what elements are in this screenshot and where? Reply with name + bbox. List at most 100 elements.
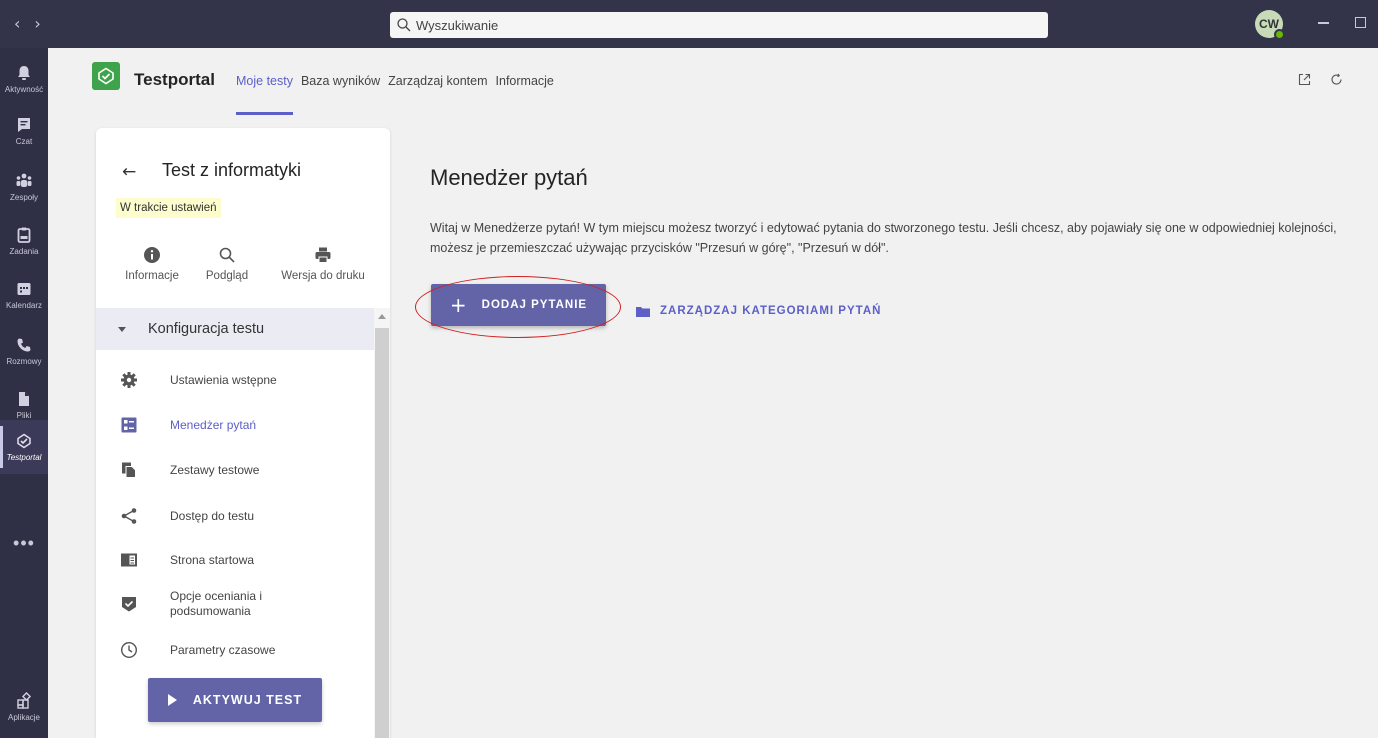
menu-item-test-sets[interactable]: Zestawy testowe bbox=[96, 458, 374, 482]
scroll-thumb[interactable] bbox=[375, 328, 389, 738]
rail-label-chat: Czat bbox=[15, 137, 33, 146]
caret-down-icon bbox=[118, 326, 126, 332]
title-bar: ‹ › CW bbox=[0, 0, 1378, 48]
print-action[interactable]: Wersja do druku bbox=[260, 246, 386, 282]
play-icon bbox=[167, 694, 177, 706]
menu-item-initial-settings[interactable]: Ustawienia wstępne bbox=[96, 368, 374, 392]
panel-scrollbar[interactable] bbox=[374, 308, 390, 738]
share-icon bbox=[121, 508, 137, 524]
rail-label-files: Pliki bbox=[16, 411, 32, 420]
app-name: Testportal bbox=[134, 70, 215, 89]
app-header: Testportal Moje testy Baza wyników Zarzą… bbox=[48, 48, 1378, 116]
menu-label-time-parameters: Parametry czasowe bbox=[170, 642, 276, 657]
menu-label-grading-options: Opcje oceniania i podsumowania bbox=[170, 589, 263, 618]
add-question-label: DODAJ PYTANIE bbox=[481, 299, 588, 311]
printer-icon bbox=[315, 247, 331, 263]
tab-info[interactable]: Informacje bbox=[496, 74, 554, 88]
minimize-button[interactable] bbox=[1318, 22, 1329, 24]
tab-results[interactable]: Baza wyników bbox=[301, 74, 380, 88]
file-icon bbox=[19, 392, 29, 406]
menu-label-test-sets: Zestawy testowe bbox=[170, 462, 260, 477]
activate-test-button[interactable]: AKTYWUJ TEST bbox=[148, 678, 322, 722]
back-button[interactable]: ‹ bbox=[14, 14, 20, 33]
test-actions: Informacje Podgląd Wersja do druku bbox=[110, 246, 386, 282]
preview-action-label: Podgląd bbox=[205, 270, 249, 282]
rail-label-testportal: Testportal bbox=[6, 453, 42, 462]
avatar[interactable]: CW bbox=[1255, 10, 1285, 40]
maximize-button[interactable] bbox=[1355, 17, 1366, 28]
refresh-icon[interactable] bbox=[1330, 73, 1343, 86]
tab-my-tests[interactable]: Moje testy bbox=[236, 74, 293, 115]
magnifier-icon bbox=[219, 247, 235, 263]
clock-icon bbox=[120, 641, 138, 659]
menu-label-initial-settings: Ustawienia wstępne bbox=[170, 372, 277, 387]
search-icon bbox=[397, 18, 411, 32]
info-action[interactable]: Informacje bbox=[110, 246, 194, 282]
config-section-header[interactable]: Konfiguracja testu bbox=[96, 308, 374, 350]
bell-icon bbox=[18, 66, 30, 80]
print-action-label: Wersja do druku bbox=[281, 270, 365, 282]
rail-label-calls: Rozmowy bbox=[6, 357, 42, 366]
manage-categories-label: ZARZĄDZAJ KATEGORIAMI PYTAŃ bbox=[660, 305, 882, 317]
presence-available-icon bbox=[1274, 29, 1285, 40]
calendar-icon bbox=[17, 283, 31, 295]
menu-label-question-manager: Menedżer pytań bbox=[170, 417, 257, 432]
rail-label-activity: Aktywność bbox=[4, 85, 44, 94]
rail-item-testportal[interactable]: Testportal bbox=[0, 420, 48, 474]
test-config-panel: ← Test z informatyki W trakcie ustawień … bbox=[96, 128, 390, 738]
rail-label-assignments: Zadania bbox=[9, 247, 39, 256]
status-badge: W trakcie ustawień bbox=[116, 198, 221, 218]
plus-icon: + bbox=[449, 293, 468, 317]
scroll-up-arrow-icon[interactable] bbox=[378, 314, 386, 319]
rail-item-teams[interactable]: Zespoły bbox=[0, 160, 48, 214]
testportal-icon bbox=[17, 433, 31, 449]
popout-icon[interactable] bbox=[1298, 73, 1311, 86]
apps-icon bbox=[17, 692, 32, 709]
teams-icon bbox=[16, 173, 32, 187]
tab-account[interactable]: Zarządzaj kontem bbox=[388, 74, 487, 88]
page-icon bbox=[121, 553, 137, 567]
app-rail: Aktywność Czat Zespoły Zadania Kalendarz… bbox=[0, 48, 48, 738]
copy-icon bbox=[122, 462, 136, 478]
rail-item-chat[interactable]: Czat bbox=[0, 104, 48, 158]
app-tabs: Moje testy Baza wyników Zarządzaj kontem… bbox=[236, 74, 554, 115]
folder-icon bbox=[636, 306, 650, 317]
menu-item-test-access[interactable]: Dostęp do testu bbox=[96, 504, 374, 528]
search-input[interactable] bbox=[416, 17, 1016, 33]
info-icon bbox=[144, 247, 160, 263]
menu-label-test-access: Dostęp do testu bbox=[170, 508, 255, 523]
manage-categories-link[interactable]: ZARZĄDZAJ KATEGORIAMI PYTAŃ bbox=[636, 305, 881, 317]
page-description: Witaj w Menedżerze pytań! W tym miejscu … bbox=[430, 221, 1337, 255]
more-apps-button[interactable]: ••• bbox=[0, 533, 48, 554]
add-question-button[interactable]: + DODAJ PYTANIE bbox=[431, 284, 606, 326]
config-section-title: Konfiguracja testu bbox=[148, 321, 265, 337]
menu-item-question-manager[interactable]: Menedżer pytań bbox=[96, 413, 374, 437]
rail-label-calendar: Kalendarz bbox=[5, 301, 43, 310]
rail-item-calls[interactable]: Rozmowy bbox=[0, 324, 48, 378]
rail-item-assignments[interactable]: Zadania bbox=[0, 214, 48, 268]
menu-item-grading-options[interactable]: Opcje oceniania i podsumowania bbox=[96, 586, 374, 622]
activate-test-label: AKTYWUJ TEST bbox=[192, 693, 303, 707]
testportal-logo bbox=[92, 62, 120, 90]
rail-item-activity[interactable]: Aktywność bbox=[0, 52, 48, 106]
menu-item-start-page[interactable]: Strona startowa bbox=[96, 548, 374, 572]
phone-icon bbox=[17, 338, 31, 352]
assignments-icon bbox=[17, 227, 31, 243]
rail-item-apps[interactable]: Aplikacje bbox=[0, 680, 48, 734]
forward-button[interactable]: › bbox=[34, 14, 40, 33]
rail-label-teams: Zespoły bbox=[9, 193, 38, 202]
back-arrow-button[interactable]: ← bbox=[122, 162, 136, 182]
chat-icon bbox=[18, 118, 30, 132]
search-box[interactable] bbox=[390, 12, 1048, 38]
shield-check-icon bbox=[122, 597, 136, 612]
rail-label-apps: Aplikacje bbox=[7, 713, 40, 722]
rail-item-calendar[interactable]: Kalendarz bbox=[0, 268, 48, 322]
info-action-label: Informacje bbox=[125, 270, 179, 282]
gear-icon bbox=[121, 372, 137, 388]
test-title: Test z informatyki bbox=[162, 160, 302, 180]
page-title: Menedżer pytań bbox=[430, 165, 588, 190]
menu-item-time-parameters[interactable]: Parametry czasowe bbox=[96, 638, 374, 662]
preview-action[interactable]: Podgląd bbox=[194, 246, 260, 282]
history-nav: ‹ › bbox=[14, 14, 41, 33]
question-list-icon bbox=[121, 417, 137, 433]
